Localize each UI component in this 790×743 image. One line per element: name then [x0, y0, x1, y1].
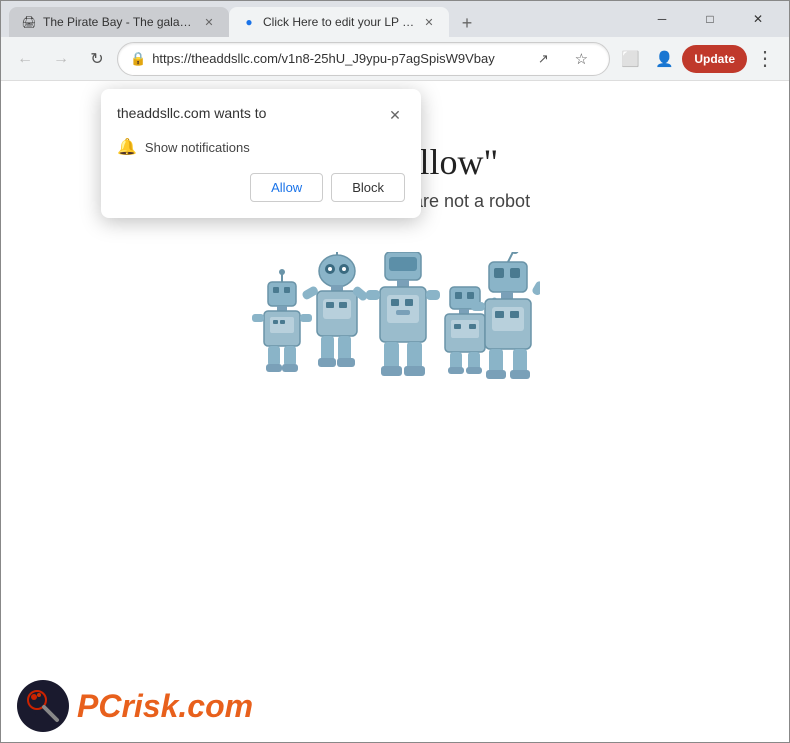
pcrisk-suffix: risk.com: [121, 688, 253, 724]
extensions-icon[interactable]: ⬜: [614, 43, 646, 75]
pcrisk-icon: [17, 680, 69, 732]
robots-illustration: [250, 252, 540, 412]
more-menu-button[interactable]: ⋮: [749, 43, 781, 75]
tab-favicon-1: 🖨: [21, 14, 37, 30]
page-content: theaddsllc.com wants to ✕ 🔔 Show notific…: [1, 81, 789, 742]
popup-buttons: Allow Block: [117, 173, 405, 202]
allow-button[interactable]: Allow: [250, 173, 323, 202]
minimize-button[interactable]: ─: [639, 4, 685, 34]
popup-permission-row: 🔔 Show notifications: [117, 137, 405, 157]
tab-lp[interactable]: ● Click Here to edit your LP title ✕: [229, 7, 449, 37]
toolbar: ← → ↻ 🔒 ↗ ☆ ⬜ 👤 Update ⋮: [1, 37, 789, 81]
close-button[interactable]: ✕: [735, 4, 781, 34]
browser-window: 🖨 The Pirate Bay - The galaxy's m ✕ ● Cl…: [0, 0, 790, 743]
popup-permission-text: Show notifications: [145, 140, 250, 155]
toolbar-icons: ⬜ 👤 Update ⋮: [614, 43, 781, 75]
pcrisk-logo: PCrisk.com: [17, 680, 253, 732]
new-tab-button[interactable]: +: [453, 9, 481, 37]
tab-piratebay[interactable]: 🖨 The Pirate Bay - The galaxy's m ✕: [9, 7, 229, 37]
popup-header: theaddsllc.com wants to ✕: [117, 105, 405, 125]
notification-popup: theaddsllc.com wants to ✕ 🔔 Show notific…: [101, 89, 421, 218]
update-button[interactable]: Update: [682, 45, 747, 73]
tab-title-1: The Pirate Bay - The galaxy's m: [43, 15, 195, 29]
bookmark-icon[interactable]: ☆: [565, 43, 597, 75]
reload-button[interactable]: ↻: [81, 43, 113, 75]
popup-title: theaddsllc.com wants to: [117, 105, 266, 121]
pcrisk-brand: PC: [77, 688, 121, 724]
share-icon[interactable]: ↗: [527, 43, 559, 75]
tab-favicon-2: ●: [241, 14, 257, 30]
lock-icon: 🔒: [130, 51, 146, 67]
popup-close-button[interactable]: ✕: [385, 105, 405, 125]
block-button[interactable]: Block: [331, 173, 405, 202]
maximize-button[interactable]: □: [687, 4, 733, 34]
back-button[interactable]: ←: [9, 43, 41, 75]
robots-svg: [250, 252, 540, 412]
tab-close-1[interactable]: ✕: [201, 14, 217, 30]
title-bar: 🖨 The Pirate Bay - The galaxy's m ✕ ● Cl…: [1, 1, 789, 37]
tabs-area: 🖨 The Pirate Bay - The galaxy's m ✕ ● Cl…: [9, 1, 631, 37]
forward-button[interactable]: →: [45, 43, 77, 75]
address-bar[interactable]: 🔒 ↗ ☆: [117, 42, 610, 76]
tab-close-2[interactable]: ✕: [421, 14, 437, 30]
pcrisk-text: PCrisk.com: [77, 688, 253, 725]
tab-title-2: Click Here to edit your LP title: [263, 15, 415, 29]
url-input[interactable]: [152, 51, 521, 66]
bell-icon: 🔔: [117, 137, 137, 157]
profile-icon[interactable]: 👤: [648, 43, 680, 75]
window-controls: ─ □ ✕: [639, 4, 781, 34]
